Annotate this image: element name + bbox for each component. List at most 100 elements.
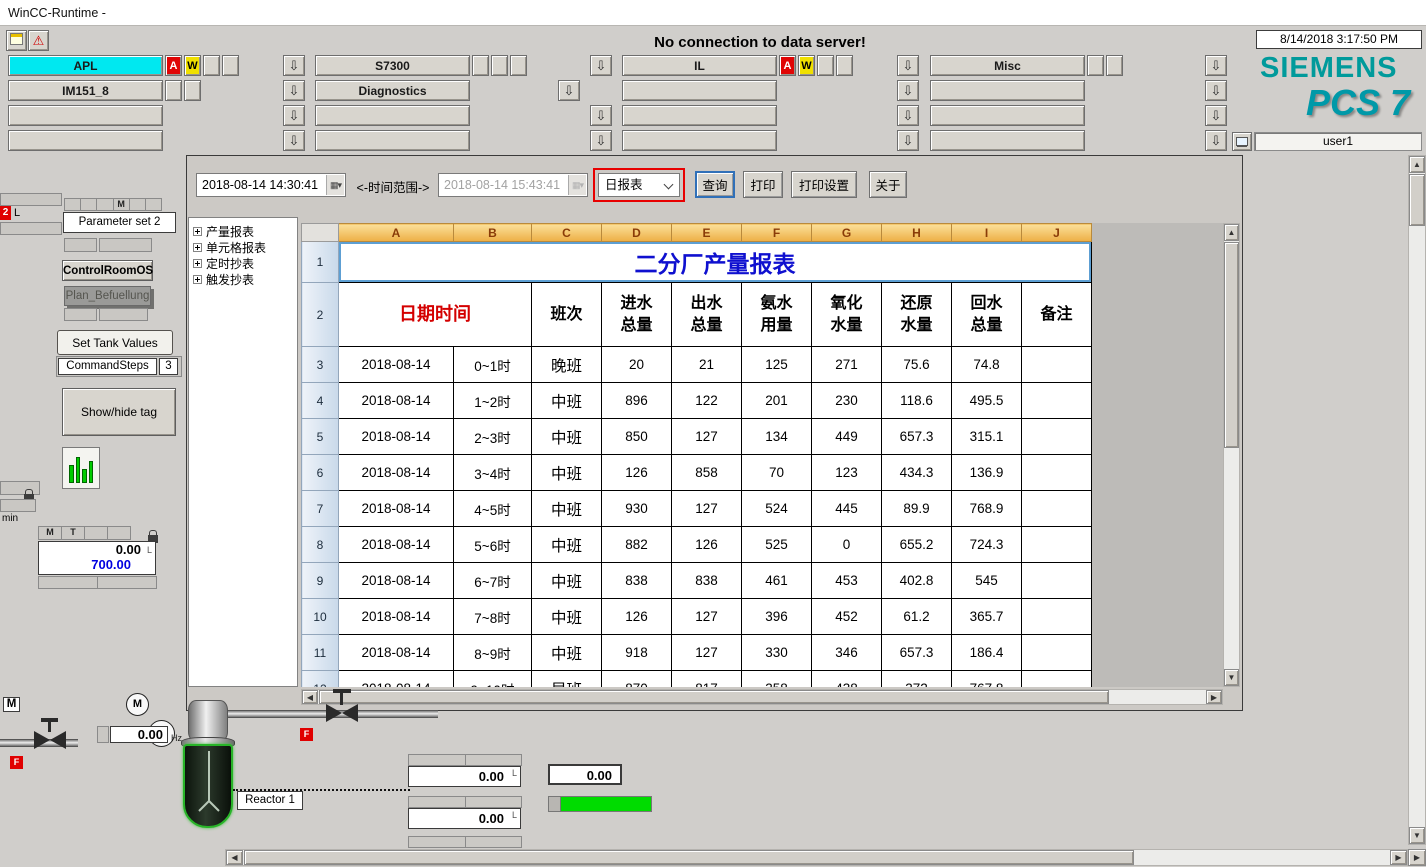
cell-value[interactable]: 396 bbox=[742, 599, 812, 635]
nav-button-misc[interactable]: Misc bbox=[930, 55, 1085, 76]
cell-value[interactable]: 657.3 bbox=[882, 419, 952, 455]
nav-small-button[interactable] bbox=[510, 55, 527, 76]
cell-shift[interactable]: 早班 bbox=[532, 671, 602, 688]
cell-time[interactable]: 4~5时 bbox=[454, 491, 532, 527]
row-header[interactable]: 4 bbox=[302, 383, 339, 419]
reactor-vessel[interactable] bbox=[183, 744, 233, 828]
command-steps-value[interactable]: 3 bbox=[159, 358, 178, 375]
header-cell[interactable]: 进水总量 bbox=[602, 283, 672, 347]
cell-value[interactable]: 186.4 bbox=[952, 635, 1022, 671]
cell-value[interactable]: 127 bbox=[672, 491, 742, 527]
nav-small-button[interactable] bbox=[184, 80, 201, 101]
cell-value[interactable]: 453 bbox=[812, 563, 882, 599]
row-header[interactable]: 9 bbox=[302, 563, 339, 599]
cell-value[interactable]: 767.8 bbox=[952, 671, 1022, 688]
cell-remark[interactable] bbox=[1022, 635, 1092, 671]
cell-value[interactable]: 127 bbox=[672, 599, 742, 635]
column-header[interactable]: A bbox=[339, 224, 454, 242]
cell-value[interactable]: 434.3 bbox=[882, 455, 952, 491]
cell-value[interactable]: 449 bbox=[812, 419, 882, 455]
motor-symbol[interactable]: M bbox=[126, 693, 149, 716]
nav-button-empty[interactable] bbox=[930, 105, 1085, 126]
cell-value[interactable]: 545 bbox=[952, 563, 1022, 599]
header-cell[interactable]: 出水总量 bbox=[672, 283, 742, 347]
cell-remark[interactable] bbox=[1022, 599, 1092, 635]
cell-time[interactable]: 1~2时 bbox=[454, 383, 532, 419]
nav-dropdown-arrow[interactable]: ⇩ bbox=[897, 105, 919, 126]
cell-remark[interactable] bbox=[1022, 491, 1092, 527]
il-warning-badge[interactable]: W bbox=[798, 55, 815, 76]
row-header[interactable]: 12 bbox=[302, 671, 339, 688]
sheet-corner[interactable] bbox=[302, 224, 339, 242]
nav-dropdown-arrow[interactable]: ⇩ bbox=[1205, 55, 1227, 76]
cell-value[interactable]: 524 bbox=[742, 491, 812, 527]
calendar-dropdown-icon[interactable]: ▦▾ bbox=[326, 175, 344, 195]
column-header[interactable]: D bbox=[602, 224, 672, 242]
cell-value[interactable]: 123 bbox=[812, 455, 882, 491]
nav-button-apl[interactable]: APL bbox=[8, 55, 163, 76]
cell-value[interactable]: 134 bbox=[742, 419, 812, 455]
cell-time[interactable]: 0~1时 bbox=[454, 347, 532, 383]
cell-value[interactable]: 70 bbox=[742, 455, 812, 491]
manual-mode-button[interactable]: M bbox=[38, 526, 62, 540]
cell-value[interactable]: 127 bbox=[672, 635, 742, 671]
nav-small-button[interactable] bbox=[1087, 55, 1104, 76]
cell-value[interactable]: 655.2 bbox=[882, 527, 952, 563]
cell-value[interactable]: 358 bbox=[742, 671, 812, 688]
nav-button-empty[interactable] bbox=[315, 105, 470, 126]
column-header[interactable]: F bbox=[742, 224, 812, 242]
nav-button-diagnostics[interactable]: Diagnostics bbox=[315, 80, 470, 101]
nav-dropdown-arrow[interactable]: ⇩ bbox=[1205, 130, 1227, 151]
header-cell[interactable]: 备注 bbox=[1022, 283, 1092, 347]
column-header[interactable]: B bbox=[454, 224, 532, 242]
print-button[interactable]: 打印 bbox=[743, 171, 783, 198]
nav-small-button[interactable] bbox=[165, 80, 182, 101]
cell-shift[interactable]: 中班 bbox=[532, 419, 602, 455]
sheet-horizontal-scrollbar[interactable]: ◀ ▶ bbox=[301, 689, 1223, 705]
cell-value[interactable]: 346 bbox=[812, 635, 882, 671]
sheet-vertical-scrollbar[interactable]: ▲ ▼ bbox=[1223, 223, 1240, 687]
cell-value[interactable]: 127 bbox=[672, 419, 742, 455]
scrollbar-thumb[interactable] bbox=[1409, 174, 1425, 226]
cell-value[interactable]: 136.9 bbox=[952, 455, 1022, 491]
cell-remark[interactable] bbox=[1022, 347, 1092, 383]
nav-dropdown-arrow[interactable]: ⇩ bbox=[590, 55, 612, 76]
calendar-dropdown-icon[interactable]: ▦▾ bbox=[568, 175, 586, 195]
valve-symbol[interactable] bbox=[326, 704, 358, 722]
cell-remark[interactable] bbox=[1022, 455, 1092, 491]
tree-expand-icon[interactable] bbox=[193, 259, 202, 268]
cell-remark[interactable] bbox=[1022, 563, 1092, 599]
scroll-corner-arrow[interactable]: ▶ bbox=[1408, 849, 1426, 866]
column-header[interactable]: E bbox=[672, 224, 742, 242]
cell-value[interactable]: 21 bbox=[672, 347, 742, 383]
cell-value[interactable]: 930 bbox=[602, 491, 672, 527]
set-tank-values-button[interactable]: Set Tank Values bbox=[57, 330, 173, 355]
cell-date[interactable]: 2018-08-14 bbox=[339, 419, 454, 455]
column-header[interactable]: J bbox=[1022, 224, 1092, 242]
scroll-right-arrow[interactable]: ▶ bbox=[1206, 690, 1222, 704]
header-cell[interactable]: 氨水用量 bbox=[742, 283, 812, 347]
tracking-mode-button[interactable]: T bbox=[61, 526, 85, 540]
nav-button-s7300[interactable]: S7300 bbox=[315, 55, 470, 76]
window-picture-button[interactable] bbox=[6, 30, 27, 51]
cell-value[interactable]: 0 bbox=[812, 527, 882, 563]
scrollbar-thumb[interactable] bbox=[1224, 242, 1239, 448]
tree-expand-icon[interactable] bbox=[193, 275, 202, 284]
cell-shift[interactable]: 中班 bbox=[532, 455, 602, 491]
cell-value[interactable]: 870 bbox=[602, 671, 672, 688]
nav-small-button[interactable] bbox=[1106, 55, 1123, 76]
scroll-left-arrow[interactable]: ◀ bbox=[302, 690, 318, 704]
nav-button-empty[interactable] bbox=[315, 130, 470, 151]
column-header[interactable]: H bbox=[882, 224, 952, 242]
cell-value[interactable]: 126 bbox=[672, 527, 742, 563]
nav-dropdown-arrow[interactable]: ⇩ bbox=[283, 130, 305, 151]
cell-date[interactable]: 2018-08-14 bbox=[339, 347, 454, 383]
cell-value[interactable]: 858 bbox=[672, 455, 742, 491]
cell-value[interactable]: 126 bbox=[602, 599, 672, 635]
apl-warning-badge[interactable]: W bbox=[184, 55, 201, 76]
cell-shift[interactable]: 中班 bbox=[532, 599, 602, 635]
cell-value[interactable]: 230 bbox=[812, 383, 882, 419]
cell-value[interactable]: 89.9 bbox=[882, 491, 952, 527]
cell-value[interactable]: 372 bbox=[882, 671, 952, 688]
tree-item-production-report[interactable]: 产量报表 bbox=[193, 223, 297, 239]
